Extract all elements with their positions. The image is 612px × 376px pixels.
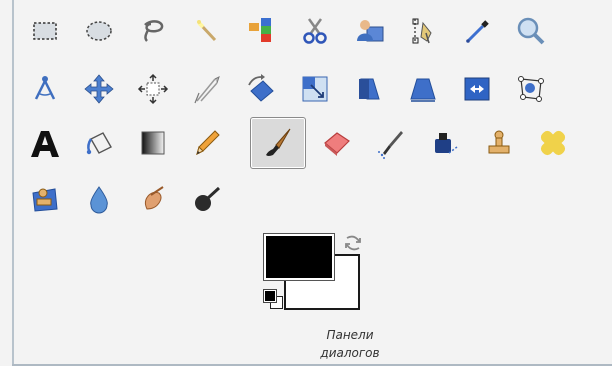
- select-by-color-tool[interactable]: [234, 8, 288, 54]
- dialogs-panels-caption: Панели диалогов: [290, 326, 410, 362]
- default-fg-square: [263, 289, 277, 303]
- rect-select-tool[interactable]: [18, 8, 72, 54]
- color-picker-tool[interactable]: [450, 8, 504, 54]
- paintbrush-tool[interactable]: [250, 117, 306, 169]
- panel-left-border: [12, 0, 14, 376]
- smudge-icon: [144, 186, 164, 210]
- pencil-tool[interactable]: [180, 120, 234, 166]
- shear-icon: [359, 78, 380, 100]
- perspective-icon: [410, 78, 436, 102]
- toolbox-panel: Панели диалогов: [0, 0, 612, 376]
- move-tool[interactable]: [72, 66, 126, 112]
- ellipse-select-icon: [86, 21, 112, 41]
- perspective-tool[interactable]: [396, 66, 450, 112]
- free-select-tool[interactable]: [126, 8, 180, 54]
- scissors-select-tool[interactable]: [288, 8, 342, 54]
- cage-transform-icon: [518, 76, 544, 102]
- caption-line-1: Панели: [326, 328, 374, 342]
- ink-icon: [435, 133, 458, 154]
- dodge-burn-icon: [195, 186, 221, 211]
- measure-icon: [34, 76, 56, 100]
- fg-bg-color-area: [262, 232, 368, 312]
- flip-tool[interactable]: [450, 66, 504, 112]
- blur-sharpen-icon: [90, 186, 108, 214]
- crop-icon: [194, 76, 220, 104]
- paintbrush-icon: [266, 128, 291, 156]
- color-picker-icon: [466, 20, 489, 43]
- cage-transform-tool[interactable]: [504, 66, 558, 112]
- swap-colors-icon[interactable]: [342, 232, 364, 254]
- gradient-tool[interactable]: [126, 120, 180, 166]
- rotate-icon: [248, 74, 274, 102]
- scissors-select-icon: [303, 18, 327, 44]
- ellipse-select-tool[interactable]: [72, 8, 126, 54]
- clone-icon: [488, 130, 510, 154]
- bucket-fill-icon: [86, 132, 112, 155]
- below-panel-area: [0, 366, 612, 376]
- magnify-icon: [517, 17, 545, 45]
- alignment-tool[interactable]: [126, 66, 180, 112]
- pencil-icon: [196, 130, 220, 155]
- dodge-burn-tool[interactable]: [180, 176, 234, 222]
- crop-tool[interactable]: [180, 66, 234, 112]
- heal-tool[interactable]: [526, 120, 580, 166]
- scale-icon: [302, 76, 328, 102]
- airbrush-icon: [378, 131, 403, 159]
- perspective-clone-icon: [32, 188, 58, 212]
- foreground-select-tool[interactable]: [342, 8, 396, 54]
- ink-tool[interactable]: [418, 120, 472, 166]
- rotate-tool[interactable]: [234, 66, 288, 112]
- clone-tool[interactable]: [472, 120, 526, 166]
- move-icon: [84, 74, 114, 104]
- text-tool[interactable]: [18, 120, 72, 166]
- flip-icon: [464, 77, 490, 101]
- reset-default-colors-button[interactable]: [263, 289, 284, 310]
- fuzzy-select-icon: [197, 20, 217, 42]
- heal-icon: [540, 130, 566, 156]
- perspective-clone-tool[interactable]: [18, 176, 72, 222]
- select-by-color-icon: [249, 18, 271, 42]
- align-icon: [137, 73, 169, 105]
- caption-line-2: диалогов: [320, 346, 380, 360]
- bucket-fill-tool[interactable]: [72, 120, 126, 166]
- paths-tool[interactable]: [396, 8, 450, 54]
- foreground-select-icon: [357, 20, 384, 42]
- eraser-tool[interactable]: [310, 120, 364, 166]
- blur-sharpen-tool[interactable]: [72, 176, 126, 222]
- gradient-icon: [141, 131, 165, 155]
- zoom-tool[interactable]: [504, 8, 558, 54]
- rect-select-icon: [33, 22, 57, 40]
- paths-icon: [412, 18, 432, 44]
- foreground-color-swatch[interactable]: [263, 233, 335, 281]
- measure-tool[interactable]: [18, 66, 72, 112]
- smudge-tool[interactable]: [126, 176, 180, 222]
- shear-tool[interactable]: [342, 66, 396, 112]
- lasso-icon: [144, 20, 164, 42]
- eraser-icon: [324, 132, 350, 156]
- scale-tool[interactable]: [288, 66, 342, 112]
- fuzzy-select-tool[interactable]: [180, 8, 234, 54]
- airbrush-tool[interactable]: [364, 120, 418, 166]
- text-icon: [31, 131, 59, 157]
